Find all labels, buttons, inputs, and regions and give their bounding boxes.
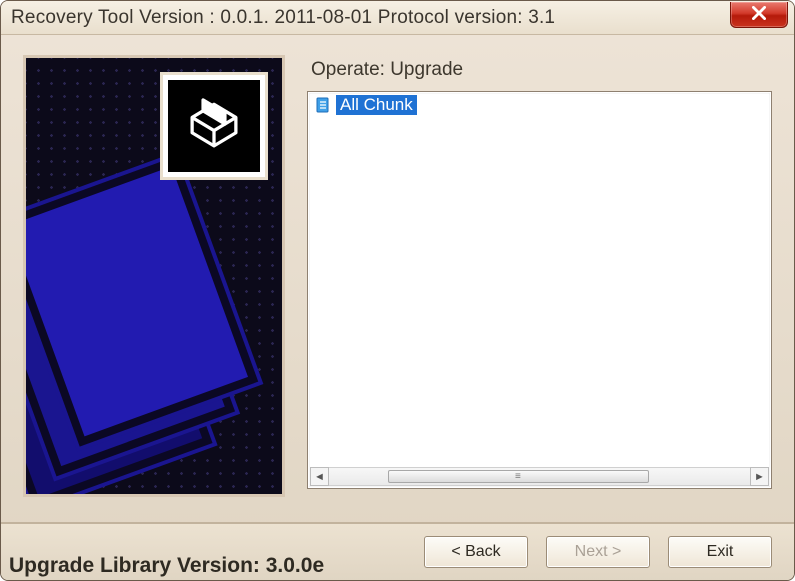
printer-icon (179, 89, 249, 163)
recovery-tool-window: Recovery Tool Version : 0.0.1. 2011-08-0… (0, 0, 795, 581)
close-icon (752, 6, 766, 24)
scroll-left-button[interactable]: ◄ (310, 467, 329, 486)
printer-badge (160, 72, 268, 180)
next-button: Next > (546, 536, 650, 568)
tree-item-label: All Chunk (336, 95, 417, 115)
close-button[interactable] (730, 2, 788, 28)
library-version-label: Upgrade Library Version: 3.0.0e (9, 554, 324, 578)
main-pane: Operate: Upgrade All Chunk ◄ (307, 55, 772, 523)
file-icon (314, 96, 332, 114)
wizard-side-image (23, 55, 285, 497)
chunk-list-box: All Chunk ◄ ≡ ► (307, 91, 772, 489)
scroll-thumb[interactable]: ≡ (388, 470, 649, 483)
chunk-list[interactable]: All Chunk (310, 94, 769, 467)
scroll-track[interactable]: ≡ (329, 467, 750, 486)
titlebar[interactable]: Recovery Tool Version : 0.0.1. 2011-08-0… (1, 1, 794, 35)
dialog-body: Operate: Upgrade All Chunk ◄ (1, 35, 794, 523)
back-button[interactable]: < Back (424, 536, 528, 568)
scroll-right-button[interactable]: ► (750, 467, 769, 486)
dialog-footer: Upgrade Library Version: 3.0.0e < Back N… (1, 522, 794, 580)
horizontal-scrollbar[interactable]: ◄ ≡ ► (310, 467, 769, 486)
window-title: Recovery Tool Version : 0.0.1. 2011-08-0… (11, 7, 555, 29)
exit-button[interactable]: Exit (668, 536, 772, 568)
operate-label: Operate: Upgrade (311, 59, 772, 81)
tree-item-all-chunk[interactable]: All Chunk (310, 94, 769, 116)
